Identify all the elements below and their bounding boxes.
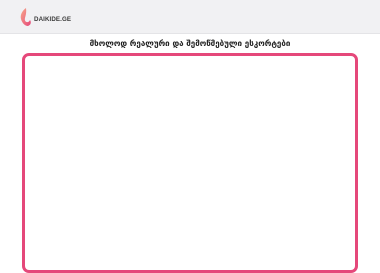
site-logo[interactable]: DAIKIDE.GE xyxy=(19,6,71,28)
logo-wordmark: DAIKIDE.GE xyxy=(34,15,72,23)
page-title: მხოლოდ რეალური და შემოწმებული ესკორტები xyxy=(89,39,291,48)
flame-logo-icon xyxy=(20,8,31,26)
top-bar: DAIKIDE.GE xyxy=(0,0,380,34)
content-frame xyxy=(22,53,358,273)
